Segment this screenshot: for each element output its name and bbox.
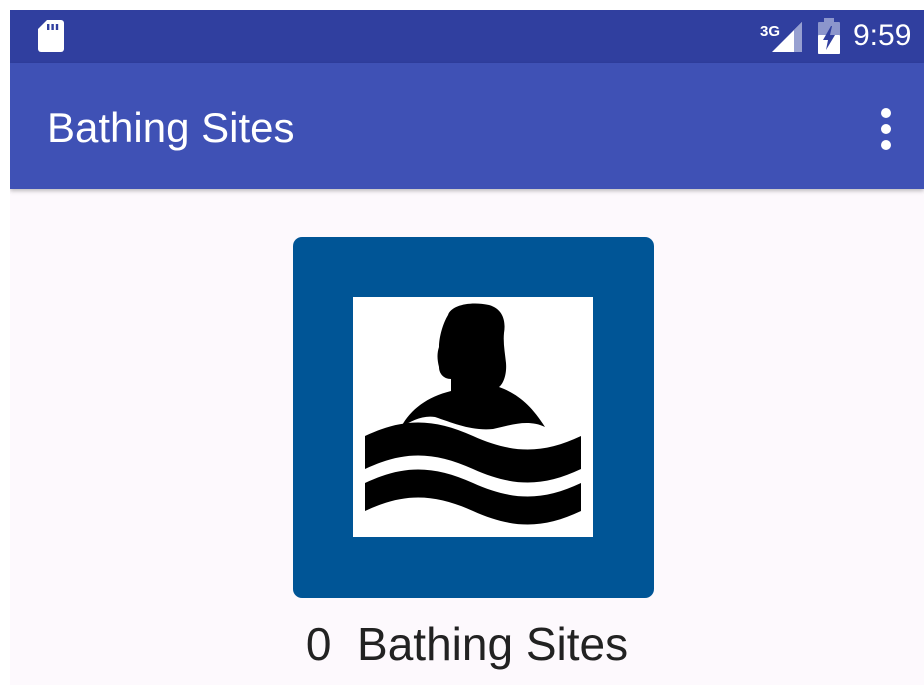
bathing-sites-count: 0 Bathing Sites [10, 616, 924, 672]
network-type-label: 3G [760, 23, 780, 40]
more-vert-icon [881, 108, 891, 150]
app-screen: 3G 9:59 Bathing Sites 0 Bathing Sites [10, 10, 924, 685]
site-count-value: 0 [305, 618, 332, 670]
status-bar: 3G 9:59 [10, 10, 924, 63]
signal-3g-icon: 3G [760, 22, 802, 52]
site-count-label: Bathing Sites [357, 618, 629, 670]
app-title: Bathing Sites [47, 104, 295, 151]
battery-charging-icon [818, 18, 840, 54]
bathing-site-sign [293, 237, 654, 598]
status-clock: 9:59 [853, 19, 912, 52]
swimmer-bathing-icon [365, 303, 581, 525]
app-toolbar: Bathing Sites [10, 63, 924, 189]
sd-card-icon [38, 20, 64, 52]
sign-inner-panel [353, 297, 593, 537]
overflow-menu-button[interactable] [866, 101, 906, 157]
